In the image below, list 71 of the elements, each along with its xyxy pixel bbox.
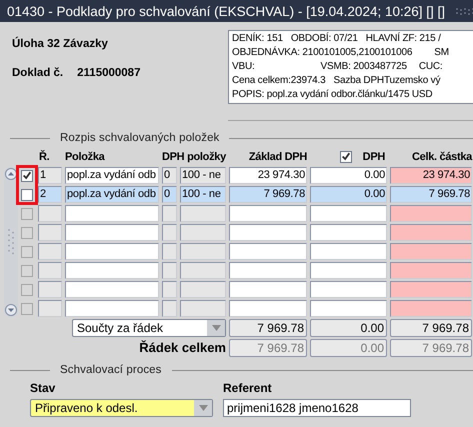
table-cell: 0.00 <box>310 167 387 184</box>
sum-value: 7 969.78 <box>390 319 472 337</box>
scroll-grip-icon[interactable] <box>7 228 15 256</box>
total-value: 7 969.78 <box>229 339 307 357</box>
total-label: Řádek celkem <box>138 339 226 357</box>
table-cell: 0 <box>162 186 177 203</box>
section-title: Rozpis schvalovaných položek <box>60 132 220 144</box>
document-number: 2115000087 <box>77 67 140 79</box>
state-label: Stav <box>30 381 56 395</box>
table-cell <box>162 281 177 298</box>
info-text: VBU: <box>232 60 255 74</box>
scroll-up-icon[interactable] <box>5 168 17 180</box>
table-cell: 7 969.78 <box>229 186 307 203</box>
column-header: Položka <box>65 150 106 162</box>
table-cell: 0.00 <box>310 186 387 203</box>
table-cell <box>180 243 226 260</box>
window-title: 01430 - Podklady pro schvalování (EKSCHVAL) - [19.04.2024; 10:26] [] [] <box>7 4 445 18</box>
highlight-frame <box>16 165 38 205</box>
table-cell: 23 974.30 <box>229 167 307 184</box>
table-cell <box>180 262 226 279</box>
sum-value: 7 969.78 <box>229 319 307 337</box>
info-text: Cena celkem:23974.3 <box>232 74 326 88</box>
referent-label: Referent <box>223 381 273 395</box>
table-cell: 0 <box>162 167 177 184</box>
table-cell <box>162 262 177 279</box>
table-cell: 2 <box>38 186 62 203</box>
table-cell <box>162 243 177 260</box>
info-text: OBJEDNÁVKA: 2100101005,2100101006 <box>232 46 412 60</box>
info-text: CUC: <box>418 60 443 74</box>
total-value: 0.00 <box>310 339 387 357</box>
sum-dropdown[interactable]: Součty za řádek <box>72 319 226 337</box>
info-text: DENÍK: 151 <box>232 32 283 46</box>
table-cell <box>180 300 226 317</box>
table-cell: popl.za vydání odb <box>65 167 159 184</box>
table-cell: 7 969.78 <box>390 186 472 203</box>
info-text: Sazba DPHTuzemsko vý <box>334 74 440 88</box>
document-label: Doklad č. <box>12 67 64 79</box>
scroll-down-icon[interactable] <box>5 304 17 316</box>
row-checkbox[interactable] <box>21 170 33 182</box>
table-cell: 23 974.30 <box>390 167 472 184</box>
table-cell <box>180 224 226 241</box>
section-title: Schvalovací proces <box>60 364 162 376</box>
table-cell: popl.za vydání odb <box>65 186 159 203</box>
task-label: Úloha 32 Závazky <box>12 38 109 50</box>
total-value: 7 969.78 <box>390 339 472 357</box>
info-text: OBDOBÍ: 07/21 <box>290 32 358 46</box>
table-cell <box>162 224 177 241</box>
dropdown-arrow-icon <box>198 405 208 411</box>
info-text: POPIS: popl.za vydání odbor.článku/1475 USD <box>232 88 432 102</box>
table-cell <box>162 205 177 222</box>
column-header: DPH <box>362 150 385 162</box>
table-cell <box>162 300 177 317</box>
info-text: VSMB: 2003487725 <box>320 60 407 74</box>
info-text: HLAVNÍ ZF: 215 / <box>366 32 441 46</box>
dropdown-arrow-icon <box>212 325 220 331</box>
vertical-scrollbar[interactable] <box>4 167 18 317</box>
referent-field[interactable]: prijmeni1628 jmeno1628 <box>223 399 411 417</box>
row-checkbox[interactable] <box>21 188 33 200</box>
column-header: Celk. částka <box>411 150 472 162</box>
table-cell: 100 - ne <box>180 186 226 203</box>
table-cell <box>180 281 226 298</box>
header-checkbox[interactable] <box>340 150 352 162</box>
table-cell: 100 - ne <box>180 167 226 184</box>
table-cell: 1 <box>38 167 62 184</box>
column-header: Ř. <box>38 150 50 162</box>
sum-value: 0.00 <box>310 319 387 337</box>
table-cell <box>180 205 226 222</box>
column-header: Základ DPH <box>248 150 307 162</box>
info-text: SM <box>434 46 449 60</box>
column-header: DPH položky <box>162 150 226 162</box>
state-dropdown[interactable]: Připraveno k odesl. <box>30 399 213 417</box>
